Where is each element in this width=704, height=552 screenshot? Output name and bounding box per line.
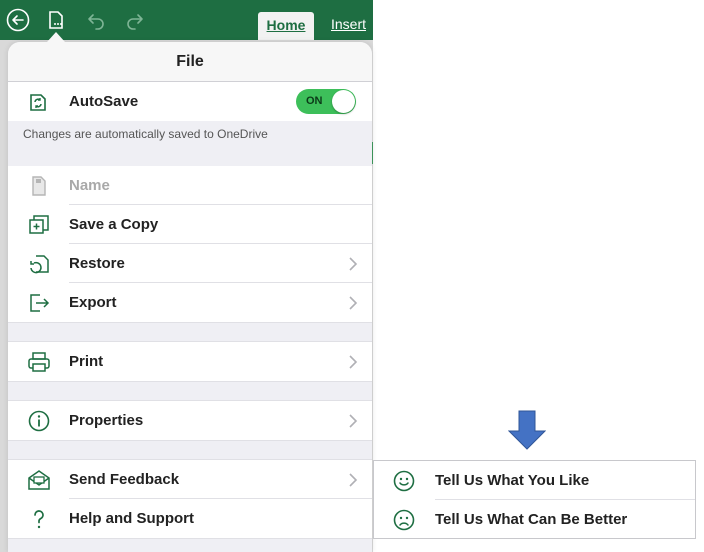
autosave-row: AutoSave ON: [8, 82, 372, 121]
menu-item-tell-us-what-can-be-better[interactable]: Tell Us What Can Be Better: [374, 500, 695, 539]
chevron-right-icon: [349, 355, 358, 369]
restore-label: Restore: [69, 255, 125, 272]
chevron-right-icon: [349, 414, 358, 428]
tab-home[interactable]: Home: [258, 12, 314, 40]
menu-item-restore[interactable]: Restore: [8, 244, 372, 283]
smile-icon: [393, 470, 415, 492]
export-icon: [26, 291, 52, 315]
section-gap: [8, 440, 372, 460]
file-menu-icon[interactable]: [44, 8, 68, 32]
feedback-envelope-icon: [26, 468, 52, 492]
export-label: Export: [69, 294, 117, 311]
send-feedback-label: Send Feedback: [69, 471, 180, 488]
menu-item-tell-us-what-you-like[interactable]: Tell Us What You Like: [374, 461, 695, 500]
chevron-right-icon: [349, 473, 358, 487]
tell-us-what-you-like-label: Tell Us What You Like: [435, 472, 590, 489]
menu-item-print[interactable]: Print: [8, 342, 372, 381]
print-label: Print: [69, 353, 104, 370]
tab-insert[interactable]: Insert: [331, 16, 373, 32]
section-gap: [8, 381, 372, 401]
properties-label: Properties: [69, 412, 144, 429]
arrow-down-icon: [508, 410, 546, 450]
menu-item-help-and-support[interactable]: Help and Support: [8, 499, 372, 538]
restore-icon: [26, 252, 52, 276]
redo-icon[interactable]: [123, 8, 147, 32]
menu-item-send-feedback[interactable]: Send Feedback: [8, 460, 372, 499]
save-a-copy-label: Save a Copy: [69, 216, 159, 233]
document-icon: [26, 174, 52, 198]
help-and-support-label: Help and Support: [69, 510, 194, 527]
menu-item-properties[interactable]: Properties: [8, 401, 372, 440]
printer-icon: [26, 350, 52, 374]
feedback-submenu: Tell Us What You Like Tell Us What Can B…: [373, 460, 696, 539]
info-icon: [26, 409, 52, 433]
back-icon[interactable]: [6, 8, 30, 32]
frown-icon: [393, 509, 415, 531]
file-menu-panel: File AutoSave ON Changes are automatical…: [8, 42, 372, 552]
section-gap: [8, 322, 372, 342]
chevron-right-icon: [349, 296, 358, 310]
menu-item-save-a-copy[interactable]: Save a Copy: [8, 205, 372, 244]
autosave-icon: [26, 90, 52, 114]
autosave-toggle-text: ON: [306, 95, 323, 107]
toggle-knob: [332, 90, 355, 113]
file-menu-title: File: [8, 42, 372, 82]
autosave-toggle[interactable]: ON: [296, 89, 356, 114]
undo-icon[interactable]: [84, 8, 108, 32]
menu-item-export[interactable]: Export: [8, 283, 372, 322]
autosave-note: Changes are automatically saved to OneDr…: [8, 121, 372, 166]
section-gap: [8, 538, 372, 552]
popover-notch: [47, 32, 65, 42]
name-label: Name: [69, 177, 110, 194]
autosave-label: AutoSave: [69, 93, 139, 110]
menu-item-name: Name: [8, 166, 372, 205]
chevron-right-icon: [349, 257, 358, 271]
save-copy-icon: [26, 213, 52, 237]
question-mark-icon: [26, 507, 52, 531]
tell-us-what-can-be-better-label: Tell Us What Can Be Better: [435, 511, 628, 528]
